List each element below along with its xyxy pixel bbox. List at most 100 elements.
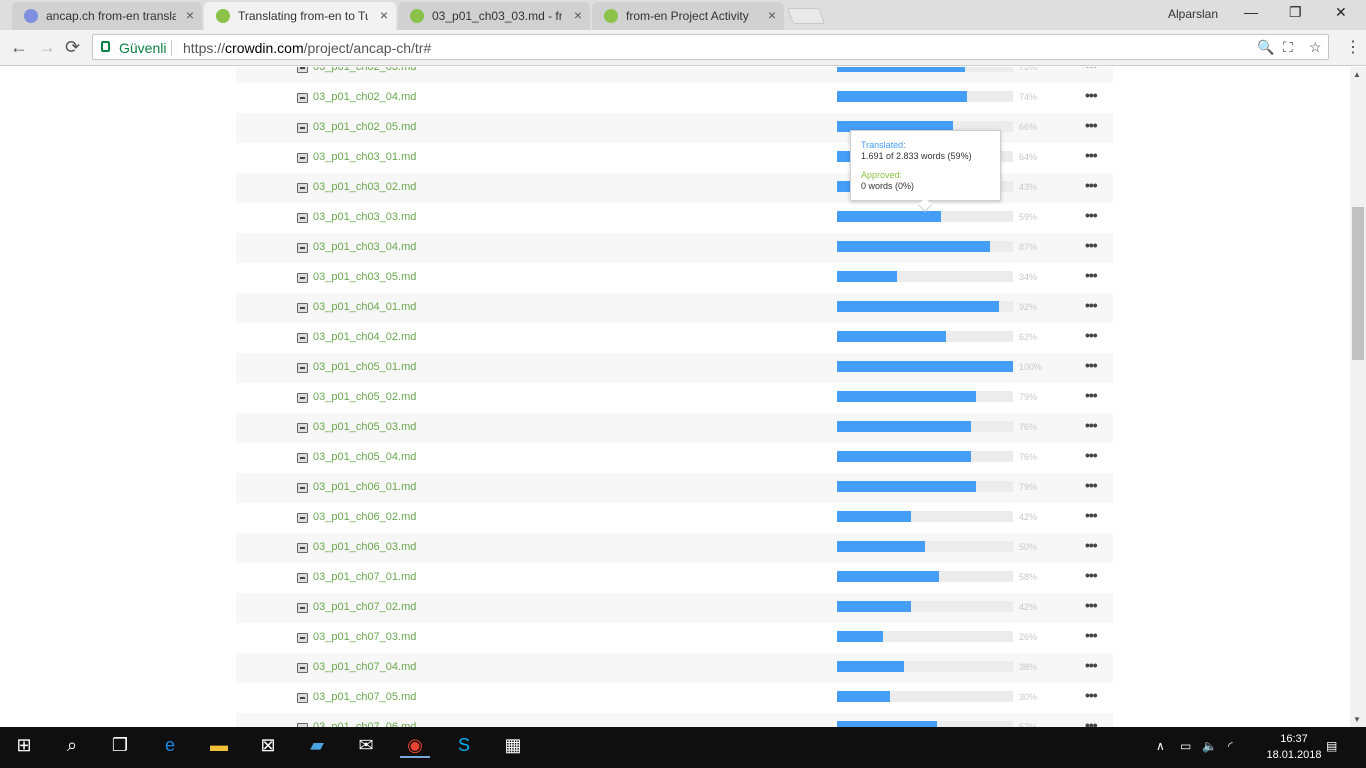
tab-ancap[interactable]: ancap.ch from-en transla × <box>12 2 202 30</box>
store-icon[interactable]: ⊠ <box>253 735 283 756</box>
file-name-link[interactable]: 03_p01_ch03_02.md <box>313 181 416 193</box>
more-actions-icon[interactable]: ••• <box>1085 417 1098 433</box>
table-row[interactable]: 03_p01_ch05_02.md 79% ••• <box>236 383 1113 413</box>
task-view-icon[interactable]: ❐ <box>105 735 135 756</box>
table-row[interactable]: 03_p01_ch07_01.md 58% ••• <box>236 563 1113 593</box>
new-tab-button[interactable] <box>787 8 825 24</box>
file-name-link[interactable]: 03_p01_ch03_04.md <box>313 241 416 253</box>
table-row[interactable]: 03_p01_ch06_01.md 79% ••• <box>236 473 1113 503</box>
tab-activity[interactable]: from-en Project Activity × <box>592 2 784 30</box>
progress-bar[interactable] <box>837 391 1013 402</box>
clock[interactable]: 16:37 18.01.2018 <box>1266 731 1322 763</box>
progress-bar[interactable] <box>837 541 1013 552</box>
table-row[interactable]: 03_p01_ch06_03.md 50% ••• <box>236 533 1113 563</box>
file-name-link[interactable]: 03_p01_ch04_01.md <box>313 301 416 313</box>
file-name-link[interactable]: 03_p01_ch03_03.md <box>313 211 416 223</box>
progress-bar[interactable] <box>837 211 1013 222</box>
table-row[interactable]: 03_p01_ch02_03.md 73% ••• <box>236 67 1113 83</box>
progress-bar[interactable] <box>837 301 1013 312</box>
minimize-icon[interactable]: — <box>1244 4 1258 20</box>
table-row[interactable]: 03_p01_ch03_04.md 87% ••• <box>236 233 1113 263</box>
more-actions-icon[interactable]: ••• <box>1085 67 1098 73</box>
table-row[interactable]: 03_p01_ch07_05.md 30% ••• <box>236 683 1113 713</box>
progress-bar[interactable] <box>837 91 1013 102</box>
more-actions-icon[interactable]: ••• <box>1085 327 1098 343</box>
close-tab-icon[interactable]: × <box>768 7 776 23</box>
table-row[interactable]: 03_p01_ch07_03.md 26% ••• <box>236 623 1113 653</box>
browser-menu-icon[interactable]: ⋮ <box>1345 37 1361 57</box>
profile-name[interactable]: Alparslan <box>1168 7 1218 21</box>
more-actions-icon[interactable]: ••• <box>1085 357 1098 373</box>
more-actions-icon[interactable]: ••• <box>1085 177 1098 193</box>
more-actions-icon[interactable]: ••• <box>1085 537 1098 553</box>
scrollbar-thumb[interactable] <box>1352 207 1364 360</box>
address-bar[interactable]: Güvenli https://crowdin.com/project/anca… <box>92 34 1329 60</box>
file-name-link[interactable]: 03_p01_ch07_02.md <box>313 601 416 613</box>
show-hidden-icons[interactable]: ∧ <box>1156 739 1165 753</box>
file-name-link[interactable]: 03_p01_ch02_04.md <box>313 91 416 103</box>
more-actions-icon[interactable]: ••• <box>1085 507 1098 523</box>
more-actions-icon[interactable]: ••• <box>1085 117 1098 133</box>
progress-bar[interactable] <box>837 601 1013 612</box>
more-actions-icon[interactable]: ••• <box>1085 567 1098 583</box>
progress-bar[interactable] <box>837 361 1013 372</box>
file-name-link[interactable]: 03_p01_ch07_01.md <box>313 571 416 583</box>
close-tab-icon[interactable]: × <box>186 7 194 23</box>
forward-icon[interactable]: → <box>38 37 56 58</box>
more-actions-icon[interactable]: ••• <box>1085 627 1098 643</box>
chrome-icon[interactable]: ◉ <box>400 735 430 758</box>
more-actions-icon[interactable]: ••• <box>1085 387 1098 403</box>
progress-bar[interactable] <box>837 691 1013 702</box>
more-actions-icon[interactable]: ••• <box>1085 447 1098 463</box>
progress-bar[interactable] <box>837 481 1013 492</box>
bookmark-star-icon[interactable]: ☆ <box>1309 39 1322 56</box>
reload-icon[interactable]: ⟳ <box>65 37 80 58</box>
file-name-link[interactable]: 03_p01_ch02_03.md <box>313 67 416 73</box>
close-tab-icon[interactable]: × <box>380 7 388 23</box>
table-row[interactable]: 03_p01_ch03_03.md 59% ••• <box>236 203 1113 233</box>
file-name-link[interactable]: 03_p01_ch06_03.md <box>313 541 416 553</box>
more-actions-icon[interactable]: ••• <box>1085 237 1098 253</box>
tab-translating[interactable]: Translating from-en to Tu × <box>204 2 396 30</box>
scrollbar[interactable]: ▲ ▼ <box>1350 67 1366 727</box>
progress-bar[interactable] <box>837 511 1013 522</box>
progress-bar[interactable] <box>837 67 1013 72</box>
secure-label[interactable]: Güvenli <box>119 40 166 56</box>
more-actions-icon[interactable]: ••• <box>1085 687 1098 703</box>
file-name-link[interactable]: 03_p01_ch06_02.md <box>313 511 416 523</box>
table-row[interactable]: 03_p01_ch02_04.md 74% ••• <box>236 83 1113 113</box>
more-actions-icon[interactable]: ••• <box>1085 717 1098 727</box>
translate-icon[interactable]: ⛶ <box>1283 39 1293 56</box>
more-actions-icon[interactable]: ••• <box>1085 207 1098 223</box>
mail-icon[interactable]: ✉ <box>351 735 381 756</box>
file-name-link[interactable]: 03_p01_ch07_05.md <box>313 691 416 703</box>
table-row[interactable]: 03_p01_ch05_03.md 76% ••• <box>236 413 1113 443</box>
more-actions-icon[interactable]: ••• <box>1085 297 1098 313</box>
file-name-link[interactable]: 03_p01_ch05_04.md <box>313 451 416 463</box>
table-row[interactable]: 03_p01_ch05_04.md 76% ••• <box>236 443 1113 473</box>
table-row[interactable]: 03_p01_ch07_02.md 42% ••• <box>236 593 1113 623</box>
file-name-link[interactable]: 03_p01_ch05_02.md <box>313 391 416 403</box>
windows-start-icon[interactable]: ⊞ <box>9 735 39 756</box>
more-actions-icon[interactable]: ••• <box>1085 87 1098 103</box>
progress-bar[interactable] <box>837 421 1013 432</box>
calculator-icon[interactable]: ▦ <box>498 735 528 756</box>
file-name-link[interactable]: 03_p01_ch06_01.md <box>313 481 416 493</box>
tab-file[interactable]: 03_p01_ch03_03.md - fro × <box>398 2 590 30</box>
table-row[interactable]: 03_p01_ch05_01.md 100% ••• <box>236 353 1113 383</box>
zoom-icon[interactable]: 🔍 <box>1257 39 1274 56</box>
progress-bar[interactable] <box>837 241 1013 252</box>
progress-bar[interactable] <box>837 331 1013 342</box>
more-actions-icon[interactable]: ••• <box>1085 267 1098 283</box>
back-icon[interactable]: ← <box>10 37 28 58</box>
more-actions-icon[interactable]: ••• <box>1085 147 1098 163</box>
more-actions-icon[interactable]: ••• <box>1085 657 1098 673</box>
wifi-icon[interactable]: ◜ <box>1228 739 1233 753</box>
notification-icon[interactable]: ▤ <box>1326 739 1337 753</box>
progress-bar[interactable] <box>837 631 1013 642</box>
file-name-link[interactable]: 03_p01_ch02_05.md <box>313 121 416 133</box>
edge-icon[interactable]: e <box>155 735 185 756</box>
file-name-link[interactable]: 03_p01_ch07_03.md <box>313 631 416 643</box>
restore-icon[interactable]: ❐ <box>1289 4 1302 21</box>
progress-bar[interactable] <box>837 571 1013 582</box>
